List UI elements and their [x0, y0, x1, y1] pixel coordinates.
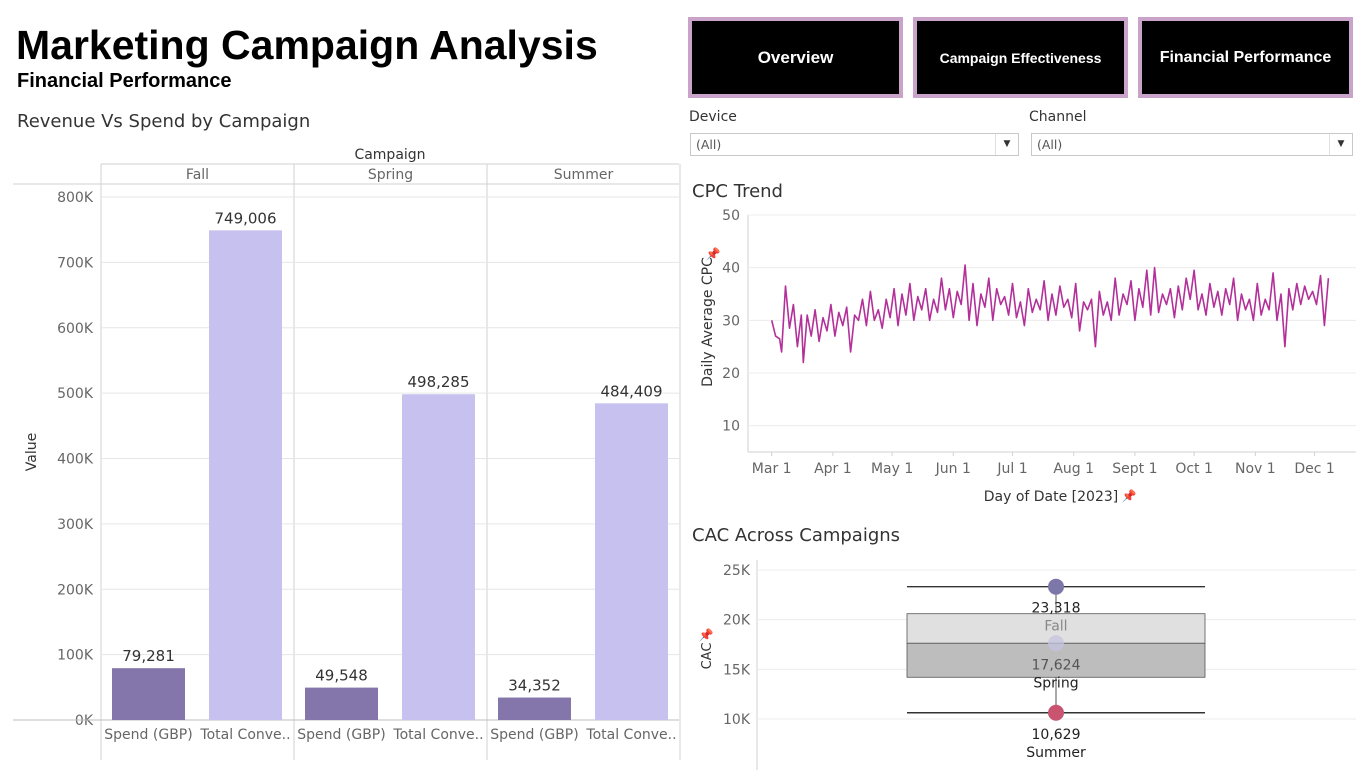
x-tick-label: May 1	[871, 461, 913, 477]
x-tick-label: Aug 1	[1053, 461, 1094, 477]
bar	[209, 230, 282, 720]
cac-y-axis-label: CAC	[700, 643, 715, 670]
cpc-y-axis-label: Daily Average CPC	[700, 257, 716, 387]
cac-box-chart: CAC 📌 10K 15K 20K 25K 23,318 Fall 17,624 Spring…	[699, 560, 1356, 770]
bar-value-label: 79,281	[122, 647, 175, 665]
cac-point	[1048, 635, 1064, 652]
device-filter-value: (All)	[696, 137, 722, 152]
x-tick-label: Mar 1	[752, 461, 792, 477]
pin-icon[interactable]: 📌	[706, 246, 721, 261]
x-category-label: Total Conve..	[199, 727, 290, 743]
cpc-trend-chart: Daily Average CPC 📌 Day of Date [2023] 📌…	[700, 208, 1356, 505]
cac-campaign-label: Summer	[1026, 745, 1086, 761]
y-tick-label: 400K	[57, 452, 94, 468]
campaign-header-label: Summer	[554, 167, 614, 183]
bar-value-label: 749,006	[214, 209, 276, 227]
x-category-label: Spend (GBP)	[104, 727, 192, 743]
cac-campaign-label: Fall	[1044, 619, 1067, 635]
chevron-down-icon[interactable]: ▼	[995, 134, 1018, 155]
y-tick-label: 200K	[57, 582, 94, 598]
bar-value-label: 49,548	[315, 667, 368, 685]
y-tick-label: 300K	[57, 517, 94, 533]
pin-icon[interactable]: 📌	[699, 627, 714, 642]
y-tick-label: 500K	[57, 386, 94, 402]
y-tick-label: 20	[722, 366, 740, 382]
bar	[112, 668, 185, 720]
bar	[498, 697, 571, 720]
chevron-down-icon[interactable]: ▼	[1329, 134, 1352, 155]
x-tick-label: Apr 1	[814, 461, 852, 477]
x-tick-label: Jun 1	[935, 461, 971, 477]
y-tick-label: 0K	[75, 713, 94, 729]
cac-value-label: 17,624	[1032, 657, 1081, 673]
dashboard-title: Marketing Campaign Analysis	[16, 22, 598, 68]
y-tick-label: 40	[722, 261, 740, 277]
cac-point	[1048, 704, 1064, 721]
nav-financial-performance-button[interactable]: Financial Performance	[1138, 17, 1353, 98]
cpc-series-line	[770, 264, 1330, 364]
y-tick-label: 20K	[723, 613, 751, 629]
y-tick-label: 50	[722, 208, 740, 224]
y-tick-label: 30	[722, 313, 740, 329]
nav-campaign-effectiveness-button[interactable]: Campaign Effectiveness	[913, 17, 1128, 98]
channel-filter-dropdown[interactable]: (All) ▼	[1031, 133, 1353, 156]
bar-value-label: 498,285	[407, 373, 469, 391]
campaign-header-label: Fall	[186, 167, 209, 183]
y-tick-label: 25K	[723, 563, 751, 579]
x-tick-label: Oct 1	[1175, 461, 1213, 477]
cac-value-label: 23,318	[1032, 601, 1081, 617]
pin-icon[interactable]: 📌	[1122, 488, 1137, 503]
y-tick-label: 10K	[723, 712, 751, 728]
y-tick-label: 600K	[57, 321, 94, 337]
y-tick-label: 15K	[723, 662, 751, 678]
x-tick-label: Sept 1	[1112, 461, 1157, 477]
x-tick-label: Jul 1	[996, 461, 1027, 477]
y-tick-label: 800K	[57, 190, 94, 206]
bar	[595, 403, 668, 720]
cac-chart-title: CAC Across Campaigns	[692, 525, 901, 546]
x-category-label: Total Conve..	[392, 727, 483, 743]
column-header: Campaign	[354, 147, 425, 163]
x-tick-label: Dec 1	[1294, 461, 1334, 477]
y-tick-label: 100K	[57, 648, 94, 664]
x-category-label: Total Conve..	[585, 727, 676, 743]
y-tick-label: 10	[722, 419, 740, 435]
revenue-vs-spend-chart: Campaign Value 0K 100K 200K 300K 400K 500K 600…	[13, 147, 681, 760]
cac-value-label: 10,629	[1032, 727, 1081, 743]
x-tick-label: Nov 1	[1235, 461, 1276, 477]
bar	[305, 687, 378, 720]
channel-filter-label: Channel	[1029, 109, 1087, 125]
channel-filter-value: (All)	[1037, 137, 1063, 152]
device-filter-dropdown[interactable]: (All) ▼	[690, 133, 1019, 156]
nav-overview-button[interactable]: Overview	[688, 17, 903, 98]
campaign-header-label: Spring	[368, 167, 413, 183]
bar-chart-title: Revenue Vs Spend by Campaign	[17, 111, 311, 132]
bar-value-label: 34,352	[508, 677, 561, 695]
bar	[402, 394, 475, 720]
bar-value-label: 484,409	[600, 382, 662, 400]
dashboard-subtitle: Financial Performance	[17, 70, 232, 92]
x-category-label: Spend (GBP)	[490, 727, 578, 743]
y-axis-label: Value	[24, 433, 40, 471]
device-filter-label: Device	[689, 109, 737, 125]
cac-point	[1048, 578, 1064, 595]
x-category-label: Spend (GBP)	[297, 727, 385, 743]
y-tick-label: 700K	[57, 255, 94, 271]
cpc-chart-title: CPC Trend	[692, 181, 783, 202]
cpc-x-axis-label: Day of Date [2023]	[984, 489, 1119, 505]
cac-campaign-label: Spring	[1033, 675, 1078, 691]
